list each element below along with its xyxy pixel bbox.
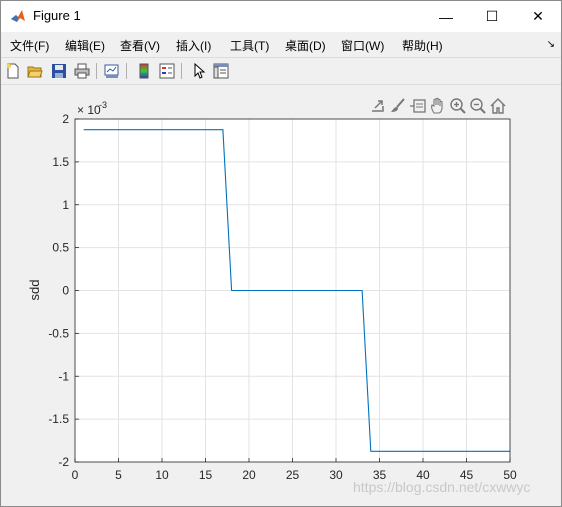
property-inspector-icon[interactable] [212,62,230,80]
figure-toolbar [1,57,561,85]
x-tick-label: 20 [242,468,256,482]
plot-svg: 0 5 10 15 20 25 30 35 40 45 5021.510.50-0.5-1-1.5-… [27,100,517,482]
y-tick-label: -0.5 [48,326,69,340]
x-tick-label: 0 [72,468,79,482]
menu-bar: 文件(F) 编辑(E) 查看(V) 插入(I) 工具(T) 桌面(D) 窗口(W… [1,32,561,56]
y-tick-label: 0 [62,284,69,298]
y-axis-label: sdd [27,280,42,301]
menu-insert[interactable]: 插入(I) [176,37,211,54]
toolbar-separator [96,63,97,79]
print-icon[interactable] [73,62,91,80]
title-bar: Figure 1 — ☐ ✕ [1,1,561,32]
new-figure-icon[interactable] [4,62,22,80]
minimize-button[interactable]: — [423,1,469,32]
menu-window[interactable]: 窗口(W) [341,37,384,54]
y-exponent-prefix: × 10 [77,103,101,117]
y-tick-label: -2 [58,455,69,469]
menu-file[interactable]: 文件(F) [10,37,49,54]
menu-overflow-icon[interactable]: ↘ [547,39,555,50]
toolbar-separator [181,63,182,79]
menu-edit[interactable]: 编辑(E) [65,37,105,54]
x-tick-label: 15 [199,468,213,482]
edit-plot-icon[interactable] [190,62,208,80]
y-tick-label: -1.5 [48,412,69,426]
y-exponent-power: -3 [99,100,107,110]
menu-tools[interactable]: 工具(T) [230,37,269,54]
y-tick-label: -1 [58,369,69,383]
x-tick-label: 10 [155,468,169,482]
close-icon: ✕ [532,8,544,24]
y-tick-label: 0.5 [52,241,69,255]
minimize-icon: — [439,8,453,25]
matlab-logo-icon [11,10,25,22]
save-icon[interactable] [50,62,68,80]
toolbar-separator [126,63,127,79]
maximize-icon: ☐ [485,8,499,24]
x-tick-label: 25 [286,468,300,482]
window-title: Figure 1 [33,8,81,23]
colorbar-icon[interactable] [135,62,153,80]
y-tick-label: 2 [62,112,69,126]
y-tick-label: 1.5 [52,155,69,169]
x-tick-label: 30 [329,468,343,482]
menu-view[interactable]: 查看(V) [120,37,160,54]
x-tick-label: 5 [115,468,122,482]
menu-help[interactable]: 帮助(H) [402,37,443,54]
maximize-button[interactable]: ☐ [469,1,515,32]
legend-icon[interactable] [158,62,176,80]
y-tick-label: 1 [62,198,69,212]
open-file-icon[interactable] [26,62,44,80]
close-button[interactable]: ✕ [515,1,561,32]
figure-window: Figure 1 — ☐ ✕ 文件(F) 编辑(E) 查看(V) 插入(I) 工… [0,0,562,507]
menu-desktop[interactable]: 桌面(D) [285,37,326,54]
watermark-text: https://blog.csdn.net/cxwwyc [353,479,531,495]
link-plot-icon[interactable] [103,62,121,80]
